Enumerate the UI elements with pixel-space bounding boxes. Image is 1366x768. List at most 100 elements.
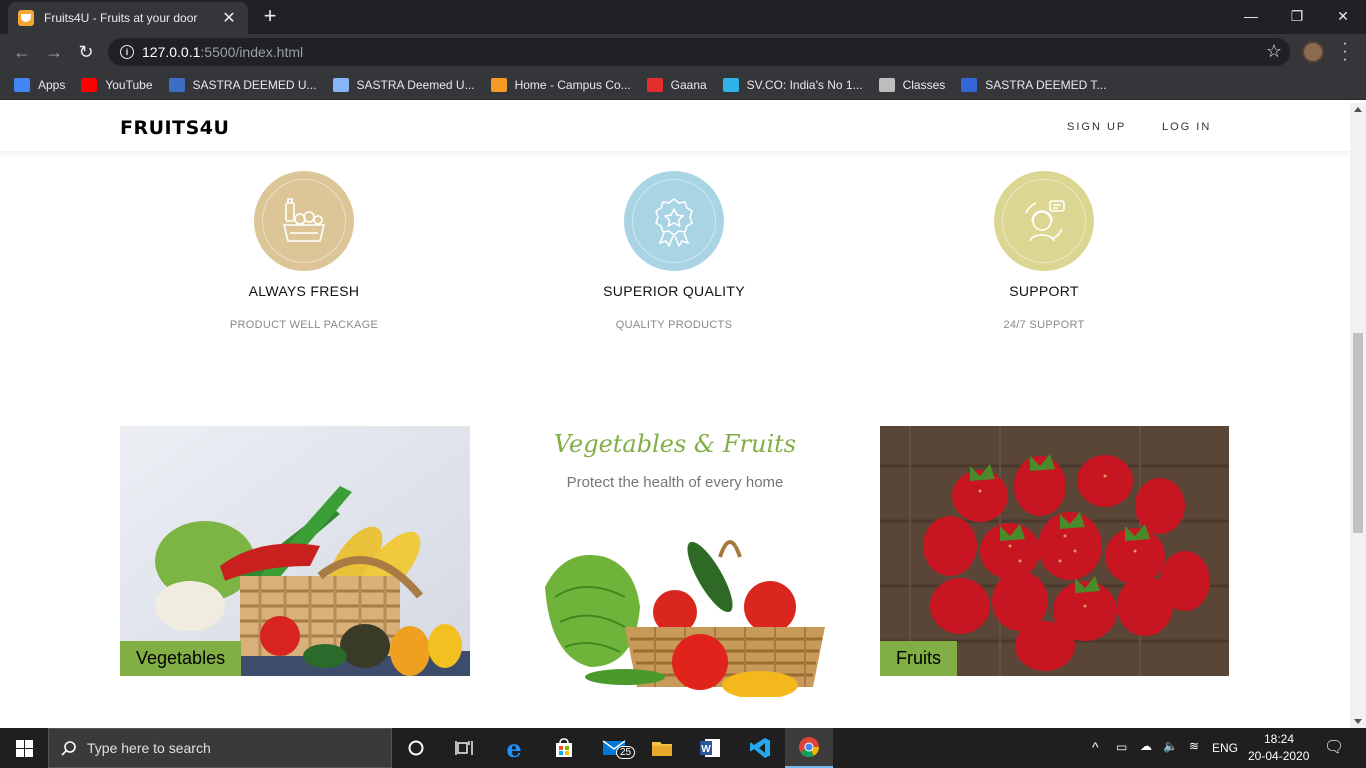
- site-logo[interactable]: FRUITS4U: [120, 117, 229, 139]
- fruits-label[interactable]: Fruits: [880, 641, 957, 676]
- feature-subtitle: QUALITY PRODUCTS: [615, 319, 733, 331]
- basket-vegetables-image: [545, 540, 825, 699]
- bookmark-item[interactable]: YouTube: [81, 77, 153, 92]
- onedrive-icon[interactable]: ☁: [1140, 739, 1152, 753]
- language-indicator[interactable]: ENG: [1212, 741, 1238, 755]
- bookmark-item[interactable]: SASTRA DEEMED U...: [168, 77, 317, 92]
- feature-title: ALWAYS FRESH: [248, 283, 360, 299]
- search-placeholder: Type here to search: [87, 740, 211, 756]
- svg-text:W: W: [701, 744, 711, 755]
- promo-title: Vegetables & Fruits: [553, 430, 797, 458]
- site-info-icon[interactable]: i: [120, 45, 134, 59]
- fruits-card[interactable]: Fruits: [880, 426, 1229, 676]
- taskbar-search-box[interactable]: Type here to search: [48, 728, 392, 768]
- bookmark-label: SASTRA DEEMED U...: [192, 77, 317, 92]
- scroll-down-arrow-icon[interactable]: [1354, 719, 1362, 724]
- bookmark-item[interactable]: Apps: [14, 77, 66, 92]
- bookmark-item[interactable]: Home - Campus Co...: [490, 77, 631, 92]
- feature-title: SUPPORT: [1009, 283, 1079, 299]
- feature-superior-quality: SUPERIOR QUALITY QUALITY PRODUCTS: [544, 171, 804, 331]
- windows-taskbar: Type here to search e 25 W ^ ▭ ☁ 🔈 ≋ ENG…: [0, 728, 1366, 768]
- mail-badge: 25: [616, 746, 636, 759]
- minimize-button[interactable]: —: [1228, 0, 1274, 32]
- bookmark-label: Home - Campus Co...: [514, 77, 631, 92]
- clock-time[interactable]: 18:24: [1264, 732, 1294, 746]
- sastra-page-icon: [332, 77, 349, 92]
- youtube-icon: [81, 77, 98, 92]
- new-tab-button[interactable]: +: [258, 5, 282, 27]
- cortana-icon[interactable]: [392, 728, 440, 768]
- mail-icon[interactable]: 25: [590, 728, 638, 768]
- battery-icon[interactable]: ▭: [1116, 740, 1127, 754]
- bookmarks-bar: Apps YouTube SASTRA DEEMED U... SASTRA Deem…: [0, 70, 1366, 100]
- feature-title: SUPERIOR QUALITY: [603, 283, 745, 299]
- tray-chevron-icon[interactable]: ^: [1092, 739, 1099, 755]
- login-link[interactable]: LOG IN: [1162, 121, 1211, 133]
- page-scrollbar[interactable]: [1350, 103, 1366, 728]
- bookmark-item[interactable]: SASTRA DEEMED T...: [961, 77, 1107, 92]
- promo-subtitle: Protect the health of every home: [566, 474, 784, 491]
- fresh-produce-icon: [254, 171, 354, 271]
- word-icon[interactable]: W: [686, 728, 734, 768]
- calendar-icon: [961, 77, 978, 92]
- tab-title: Fruits4U - Fruits at your door: [44, 11, 198, 25]
- signup-link[interactable]: SIGN UP: [1067, 121, 1126, 133]
- bookmark-label: Apps: [38, 77, 66, 92]
- file-explorer-icon[interactable]: [638, 728, 686, 768]
- scrollbar-thumb[interactable]: [1353, 333, 1363, 533]
- feature-support: SUPPORT 24/7 SUPPORT: [914, 171, 1174, 331]
- bookmark-item[interactable]: SASTRA Deemed U...: [332, 77, 475, 92]
- apps-grid-icon: [14, 77, 30, 92]
- close-tab-icon[interactable]: ✕: [220, 8, 238, 28]
- bookmark-item[interactable]: Gaana: [646, 77, 707, 92]
- svco-icon: [722, 77, 739, 92]
- windows-logo-icon: [15, 739, 33, 757]
- clock-date[interactable]: 20-04-2020: [1248, 749, 1309, 763]
- vscode-icon[interactable]: [736, 728, 784, 768]
- strawberries-image: [880, 426, 1229, 676]
- task-view-icon[interactable]: [440, 728, 488, 768]
- bookmark-label: YouTube: [105, 77, 153, 92]
- restore-button[interactable]: ❐: [1274, 0, 1320, 32]
- bookmark-label: SASTRA DEEMED T...: [985, 77, 1107, 92]
- vegetables-label[interactable]: Vegetables: [120, 641, 242, 676]
- quality-badge-icon: [624, 171, 724, 271]
- start-button[interactable]: [0, 728, 48, 768]
- site-header: FRUITS4U SIGN UP LOG IN: [0, 103, 1350, 151]
- chrome-icon[interactable]: [785, 728, 833, 768]
- wifi-icon[interactable]: ≋: [1189, 739, 1199, 753]
- search-icon: [61, 741, 76, 756]
- profile-avatar[interactable]: [1302, 41, 1324, 63]
- bookmark-label: SV.CO: India's No 1...: [746, 77, 863, 92]
- volume-icon[interactable]: 🔈: [1163, 739, 1178, 753]
- forward-button[interactable]: →: [42, 40, 66, 64]
- vegetables-basket-image: [120, 426, 470, 676]
- gaana-icon: [646, 77, 663, 92]
- url-text: 127.0.0.1:5500/index.html: [142, 44, 304, 60]
- address-bar[interactable]: i 127.0.0.1:5500/index.html ☆: [108, 38, 1290, 66]
- campus-icon: [490, 77, 507, 92]
- bookmark-item[interactable]: SV.CO: India's No 1...: [722, 77, 863, 92]
- sastra-icon: [168, 77, 185, 92]
- bookmark-label: Gaana: [670, 77, 707, 92]
- browser-menu-icon[interactable]: · · ·: [1340, 36, 1350, 68]
- fruits4u-favicon-icon: [18, 10, 34, 26]
- bookmark-star-icon[interactable]: ☆: [1266, 41, 1282, 62]
- browser-toolbar: ← → ↻ i 127.0.0.1:5500/index.html ☆: [0, 34, 1366, 70]
- back-button[interactable]: ←: [10, 40, 34, 64]
- vegetables-fruits-promo: Vegetables & Fruits Protect the health o…: [500, 426, 850, 702]
- bookmark-item[interactable]: Classes: [878, 77, 946, 92]
- notifications-icon[interactable]: 🗨: [1324, 737, 1344, 757]
- feature-always-fresh: ALWAYS FRESH PRODUCT WELL PACKAGE: [174, 171, 434, 331]
- edge-browser-icon[interactable]: e: [490, 728, 538, 768]
- feature-subtitle: 24/7 SUPPORT: [1003, 319, 1085, 331]
- bookmark-label: Classes: [902, 77, 946, 92]
- reload-button[interactable]: ↻: [74, 40, 98, 64]
- store-icon[interactable]: [540, 728, 588, 768]
- scroll-up-arrow-icon[interactable]: [1354, 107, 1362, 112]
- browser-tab[interactable]: Fruits4U - Fruits at your door ✕: [8, 2, 248, 34]
- close-window-button[interactable]: ✕: [1320, 0, 1366, 32]
- classes-icon: [878, 77, 895, 92]
- support-agent-icon: [994, 171, 1094, 271]
- vegetables-card[interactable]: Vegetables: [120, 426, 470, 676]
